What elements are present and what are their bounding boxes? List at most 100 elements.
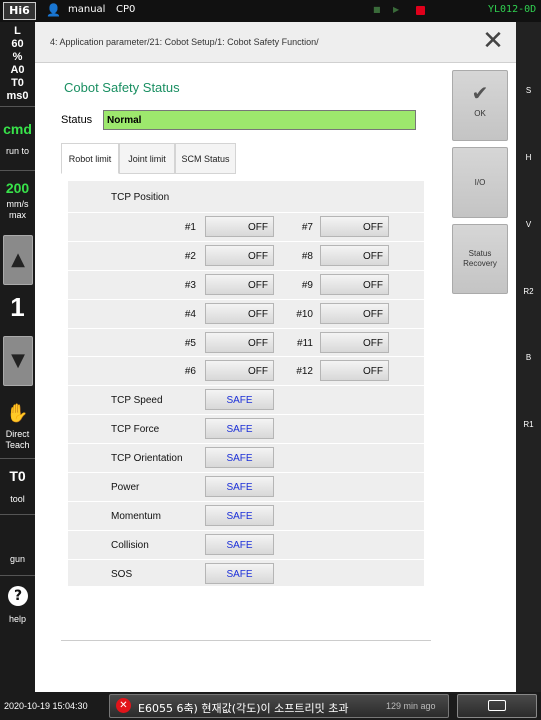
step-value: 1: [10, 292, 25, 322]
axis-label-r2: R2: [523, 287, 534, 296]
row-divider: [68, 500, 424, 502]
tool-value[interactable]: T0: [0, 468, 35, 484]
limit-label: Power: [111, 482, 140, 493]
status-line: ms0: [6, 90, 29, 102]
limit-label: TCP Force: [111, 424, 160, 436]
limit-label: TCP Orientation: [111, 453, 183, 465]
row-divider: [68, 472, 424, 473]
direct-teach-button[interactable]: ✋ Direct Teach: [0, 397, 35, 457]
tcp-position-id: #8: [301, 250, 313, 262]
cp-text: CP0: [116, 4, 136, 15]
axis-label-r1: R1: [523, 420, 534, 429]
hi6-logo: Hi6: [3, 2, 36, 20]
direct-teach-label: Direct: [5, 429, 30, 439]
step-up-button[interactable]: ▲: [3, 235, 33, 285]
tcp-position-id: #5: [184, 337, 196, 349]
status-line: T0: [11, 77, 24, 89]
ok-button[interactable]: ✔ OK: [452, 70, 508, 141]
axis-label-v: V: [525, 220, 532, 229]
speed-mode: max: [8, 210, 26, 220]
row-divider: [68, 443, 424, 445]
status-value: Normal: [103, 110, 416, 130]
triangle-down-icon: ▼: [11, 350, 25, 371]
status-line: 60: [11, 38, 24, 50]
help-icon[interactable]: ?: [8, 586, 28, 606]
tcp-position-label: TCP Position: [111, 192, 170, 203]
person-icon: 👤: [46, 3, 61, 17]
status-line: L: [14, 25, 21, 37]
limit-label: TCP Speed: [111, 395, 163, 407]
tab-scm-status[interactable]: SCM Status: [175, 143, 236, 174]
divider: [0, 106, 35, 107]
status-recovery-label: Recovery: [463, 259, 497, 268]
check-icon: ✔: [471, 83, 489, 105]
status-recovery-label: Status: [468, 249, 492, 258]
row-divider: [68, 240, 424, 242]
limit-status-value: SAFE: [205, 476, 274, 497]
status-recovery-button[interactable]: Status Recovery: [452, 224, 508, 294]
ok-label: OK: [474, 109, 486, 118]
divider: [61, 640, 431, 641]
stop-icon: ■: [373, 5, 381, 14]
gun-button[interactable]: gun: [0, 554, 35, 564]
row-divider: [68, 558, 424, 560]
row-divider: [68, 327, 424, 329]
tcp-position-id: #11: [297, 337, 313, 349]
tcp-position-id: #4: [184, 308, 196, 320]
alarm-age: 129 min ago: [386, 701, 436, 711]
axis-label-s: S: [525, 86, 532, 95]
datetime: 2020-10-19 15:04:30: [4, 701, 88, 711]
row-divider: [68, 529, 424, 531]
tcp-position-value: OFF: [205, 244, 274, 266]
help-label: help: [8, 614, 26, 624]
row-divider: [68, 356, 424, 358]
tcp-position-id: #2: [184, 250, 196, 262]
tcp-position-value: OFF: [320, 244, 389, 266]
status-label: Status: [61, 114, 93, 126]
limit-status-value: SAFE: [205, 389, 274, 411]
divider: [0, 170, 35, 171]
speed-unit: mm/s: [6, 199, 29, 209]
tcp-position-id: #1: [184, 221, 196, 233]
direct-teach-label: Teach: [5, 440, 30, 450]
triangle-up-icon: ▲: [11, 249, 25, 270]
version-text: YL012-0D: [488, 4, 537, 15]
row-divider: [68, 211, 424, 213]
step-down-button[interactable]: ▼: [3, 336, 33, 386]
speed-value[interactable]: 200: [0, 180, 35, 196]
tcp-position-id: #9: [301, 279, 313, 291]
tcp-position-value: OFF: [320, 331, 389, 353]
tcp-position-value: OFF: [205, 302, 274, 324]
axis-label-h: H: [525, 153, 532, 162]
tcp-position-id: #3: [184, 279, 196, 291]
limit-status-value: SAFE: [205, 447, 274, 469]
record-indicator-icon: [416, 6, 425, 15]
tcp-position-value: OFF: [205, 215, 274, 237]
tcp-position-id: #6: [184, 366, 196, 378]
error-icon: ✕: [116, 698, 131, 713]
limit-status-value: SAFE: [205, 418, 274, 440]
keyboard-icon: [488, 700, 506, 711]
tcp-position-value: OFF: [320, 215, 389, 237]
close-icon[interactable]: ✕: [482, 28, 504, 54]
limit-label: Collision: [111, 539, 149, 551]
cmd-button[interactable]: cmd: [0, 121, 35, 137]
io-button[interactable]: I/O: [452, 147, 508, 218]
status-line: A0: [10, 64, 25, 76]
limit-label: SOS: [111, 568, 133, 580]
tcp-position-value: OFF: [205, 331, 274, 353]
tab-robot-limit[interactable]: Robot limit: [61, 143, 119, 174]
tcp-position-id: #12: [296, 366, 313, 378]
row-divider: [68, 414, 424, 416]
mode-text: manual: [68, 4, 106, 15]
limit-label: Momentum: [111, 510, 162, 522]
limit-status-value: SAFE: [205, 533, 274, 555]
tcp-position-value: OFF: [205, 360, 274, 382]
tab-joint-limit[interactable]: Joint limit: [119, 143, 175, 174]
breadcrumb: 4: Application parameter/21: Cobot Setup…: [50, 37, 319, 47]
limit-status-value: SAFE: [205, 562, 274, 584]
tcp-position-id: #7: [301, 221, 313, 233]
alarm-text: E6055 6축) 현재값(각도)이 소프트리밋 초과: [138, 702, 349, 715]
robot-status-block: L 60 % A0 T0 ms0: [0, 25, 35, 103]
divider: [0, 458, 35, 459]
